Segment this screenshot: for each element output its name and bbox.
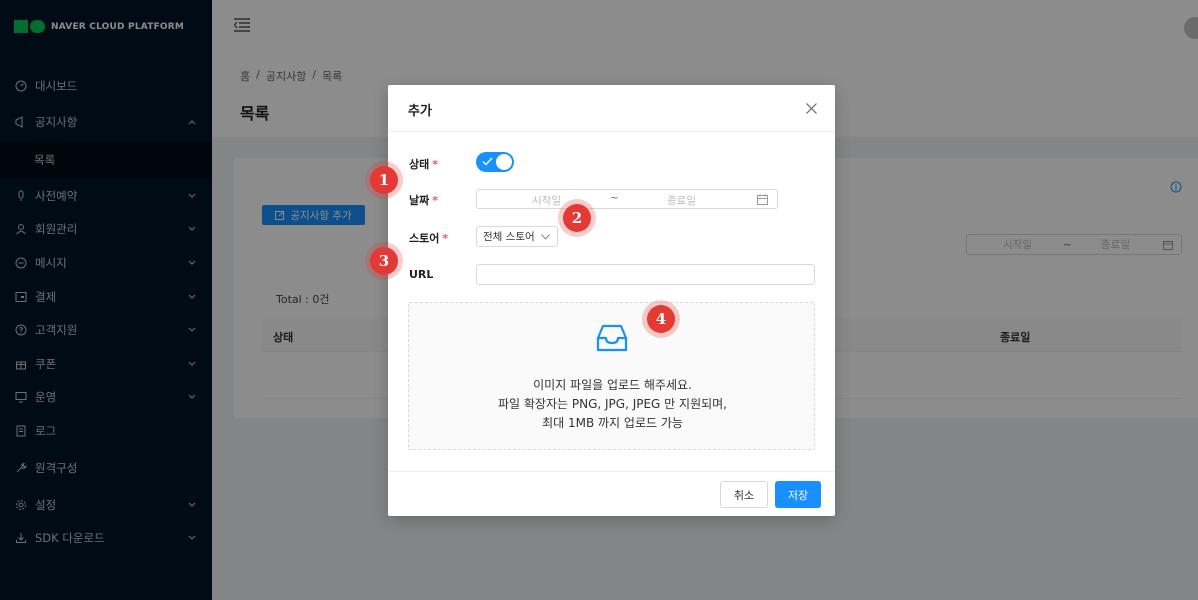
upload-instruction-2: 파일 확장자는 PNG, JPG, JPEG 만 지원되며, <box>497 397 727 411</box>
toggle-knob <box>496 154 512 170</box>
date-tilde: ~ <box>610 192 619 204</box>
required-mark: * <box>432 158 439 171</box>
cancel-button[interactable]: 취소 <box>720 481 768 508</box>
step-marker-label: 3 <box>370 247 398 275</box>
upload-instruction-1: 이미지 파일을 업로드 해주세요. <box>533 378 692 392</box>
step-marker-label: 1 <box>370 166 398 194</box>
url-label: URL <box>409 268 434 281</box>
add-modal: 추가 상태 * 날짜 * 시작일 ~ 종료일 스토어 * 전체 스토어 URL 이미지… <box>388 85 835 516</box>
modal-header: 추가 <box>388 85 835 132</box>
step-marker-4: 4 <box>642 300 680 338</box>
inbox-icon <box>596 324 628 352</box>
url-input[interactable] <box>476 264 815 285</box>
close-icon[interactable] <box>806 103 817 114</box>
required-mark: * <box>432 194 439 207</box>
image-upload-dropzone[interactable]: 이미지 파일을 업로드 해주세요. 파일 확장자는 PNG, JPG, JPEG… <box>408 302 815 450</box>
end-date-placeholder[interactable]: 종료일 <box>667 193 696 208</box>
date-label-text: 날짜 <box>409 194 430 207</box>
store-select[interactable]: 전체 스토어 <box>476 226 558 247</box>
step-marker-3: 3 <box>365 242 403 280</box>
step-marker-label: 4 <box>647 305 675 333</box>
upload-instruction-3: 최대 1MB 까지 업로드 가능 <box>542 416 683 430</box>
step-marker-1: 1 <box>365 161 403 199</box>
store-select-value: 전체 스토어 <box>483 231 535 243</box>
required-mark: * <box>442 232 449 245</box>
calendar-icon <box>757 194 768 205</box>
step-marker-2: 2 <box>558 199 596 237</box>
modal-footer: 취소 저장 <box>388 471 835 516</box>
date-label: 날짜 * <box>409 192 438 208</box>
store-label-text: 스토어 <box>409 232 440 245</box>
store-label: 스토어 * <box>409 230 448 246</box>
step-marker-label: 2 <box>563 204 591 232</box>
modal-title: 추가 <box>408 104 432 119</box>
start-date-placeholder[interactable]: 시작일 <box>532 193 561 208</box>
date-range-picker[interactable]: 시작일 ~ 종료일 <box>476 189 778 209</box>
chevron-down-icon <box>541 234 550 240</box>
save-button[interactable]: 저장 <box>775 481 821 508</box>
status-label: 상태 * <box>409 156 438 172</box>
status-toggle[interactable] <box>476 152 514 172</box>
check-icon <box>482 157 493 166</box>
status-label-text: 상태 <box>409 158 430 171</box>
